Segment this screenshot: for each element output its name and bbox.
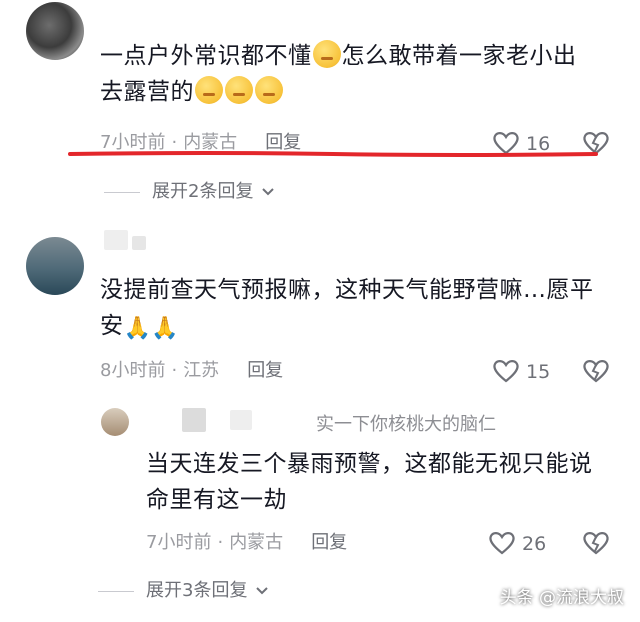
comment-meta: 8小时前 · 江苏 回复: [100, 360, 284, 381]
reply-button[interactable]: 回复: [311, 532, 347, 553]
emoji-icon: [312, 40, 341, 68]
dislike-button[interactable]: [582, 530, 610, 560]
username-obscured: [230, 410, 252, 430]
location: 内蒙古: [229, 532, 284, 553]
pray-icon: 🙏: [123, 316, 152, 341]
username-obscured: [132, 236, 146, 250]
divider: [104, 191, 140, 193]
username-obscured: [104, 230, 128, 250]
like-button[interactable]: [488, 530, 516, 560]
chevron-down-icon: [256, 587, 268, 595]
location: 江苏: [183, 360, 220, 381]
dislike-button[interactable]: [582, 358, 610, 388]
username-obscured: [182, 408, 206, 432]
expand-replies-button[interactable]: 展开3条回复: [98, 579, 269, 603]
emoji-icon: [225, 76, 253, 104]
reply-button[interactable]: 回复: [247, 360, 283, 381]
comment-text: 当天连发三个暴雨预警，这都能无视只能说 命里有这一劫: [146, 451, 593, 513]
broken-heart-icon: [583, 360, 609, 383]
expand-replies-button[interactable]: 展开2条回复: [104, 180, 275, 204]
comment-text: 没提前查天气预报嘛，这种天气能野营嘛…愿平 安🙏🙏: [100, 272, 630, 347]
avatar[interactable]: [26, 237, 84, 295]
timestamp: 8小时前: [100, 360, 166, 381]
like-count: 26: [522, 533, 547, 555]
divider: [98, 590, 134, 592]
like-button[interactable]: [492, 358, 520, 388]
avatar[interactable]: [26, 2, 84, 60]
avatar[interactable]: [101, 408, 129, 436]
heart-icon: [493, 360, 519, 383]
heart-icon: [489, 532, 515, 555]
comment-text: 一点户外常识都不懂 怎么敢带着一家老小出 去露营的: [100, 38, 620, 110]
pray-icon: 🙏: [151, 316, 180, 341]
watermark: 头条 @流浪大叔: [499, 588, 624, 608]
like-count: 15: [526, 361, 551, 383]
emoji-icon: [195, 76, 223, 104]
comment-meta: 7小时前 · 内蒙古 回复: [146, 532, 348, 553]
timestamp: 7小时前: [146, 532, 212, 553]
reply-target-text: 实一下你核桃大的脑仁: [316, 414, 496, 435]
red-underline-annotation: [68, 151, 598, 157]
chevron-down-icon: [262, 188, 274, 196]
emoji-icon: [255, 76, 283, 104]
broken-heart-icon: [583, 532, 609, 555]
